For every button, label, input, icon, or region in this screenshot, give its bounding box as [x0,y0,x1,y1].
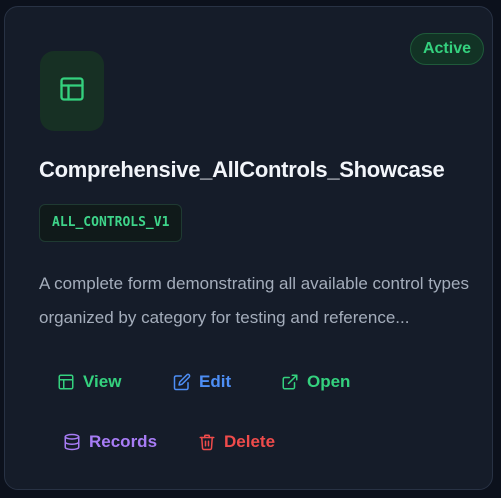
delete-label: Delete [224,432,276,451]
form-card: Active Comprehensive_AllControls_Showcas… [4,6,493,490]
database-icon [63,433,81,451]
card-description: A complete form demonstrating all availa… [39,274,469,327]
delete-button[interactable]: Delete [198,432,275,452]
form-icon-container [40,51,104,131]
records-button[interactable]: Records [63,432,157,452]
view-button[interactable]: View [57,372,121,392]
trash-icon [198,433,216,451]
open-button[interactable]: Open [281,372,350,392]
layout-template-icon [58,75,86,108]
form-code-badge: ALL_CONTROLS_V1 [39,204,183,242]
layout-icon [57,373,75,391]
edit-button[interactable]: Edit [173,372,231,392]
external-link-icon [281,373,299,391]
card-title: Comprehensive_AllControls_Showcase [39,157,445,182]
edit-label: Edit [199,372,232,391]
records-label: Records [89,432,158,451]
view-label: View [83,372,122,391]
edit-icon [173,373,191,391]
status-badge: Active [409,33,484,65]
open-label: Open [307,372,351,391]
